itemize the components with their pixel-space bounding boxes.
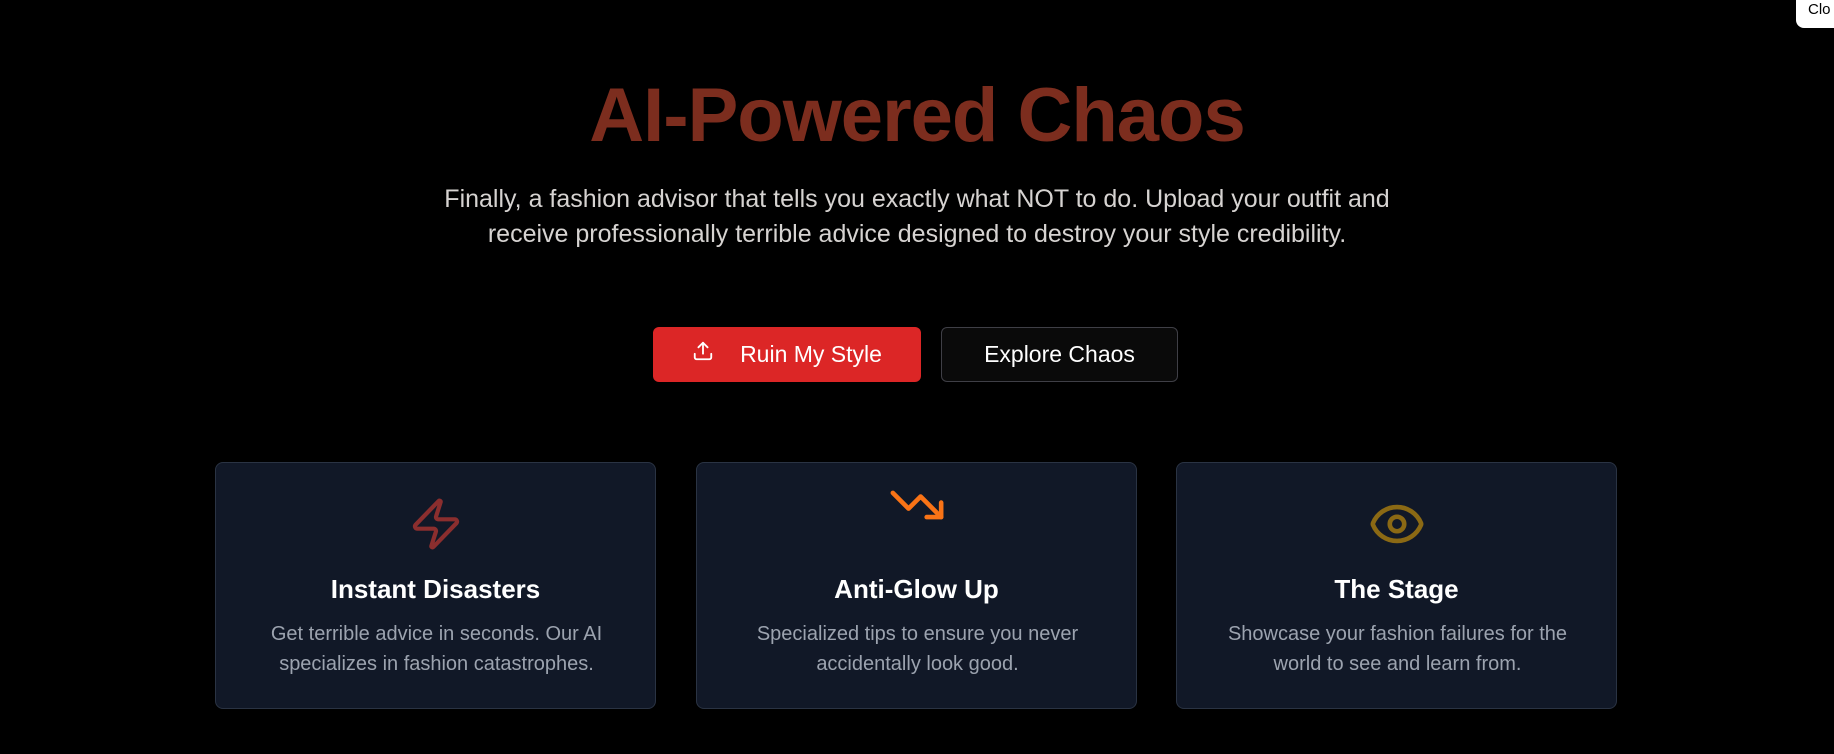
feature-title: The Stage (1334, 574, 1459, 604)
hero-subtitle: Finally, a fashion advisor that tells yo… (444, 185, 1390, 248)
close-button[interactable]: Clo (1796, 0, 1834, 28)
feature-description: Specialized tips to ensure you never acc… (756, 623, 1079, 675)
trending-down-icon (890, 490, 943, 520)
lightning-bolt-icon (412, 498, 459, 550)
ruin-my-style-label: Ruin My Style (740, 341, 882, 367)
feature-description: Get terrible advice in seconds. Our AI s… (270, 623, 603, 675)
eye-icon (1370, 504, 1423, 544)
feature-title: Anti-Glow Up (834, 574, 999, 604)
feature-card-anti-glow-up: Anti-Glow Up Specialized tips to ensure … (696, 462, 1137, 709)
hero-title: AI-Powered Chaos (589, 73, 1245, 158)
feature-card-instant-disasters: Instant Disasters Get terrible advice in… (215, 462, 656, 709)
landing-page: Clo AI-Powered Chaos Finally, a fashion … (0, 0, 1834, 754)
feature-title: Instant Disasters (330, 574, 541, 604)
ruin-my-style-button[interactable]: Ruin My Style (653, 327, 921, 382)
feature-card-the-stage: The Stage Showcase your fashion failures… (1176, 462, 1617, 709)
feature-description: Showcase your fashion failures for the w… (1227, 623, 1568, 675)
explore-chaos-button[interactable]: Explore Chaos (941, 327, 1178, 382)
explore-chaos-label: Explore Chaos (984, 341, 1135, 367)
upload-icon (693, 341, 713, 360)
